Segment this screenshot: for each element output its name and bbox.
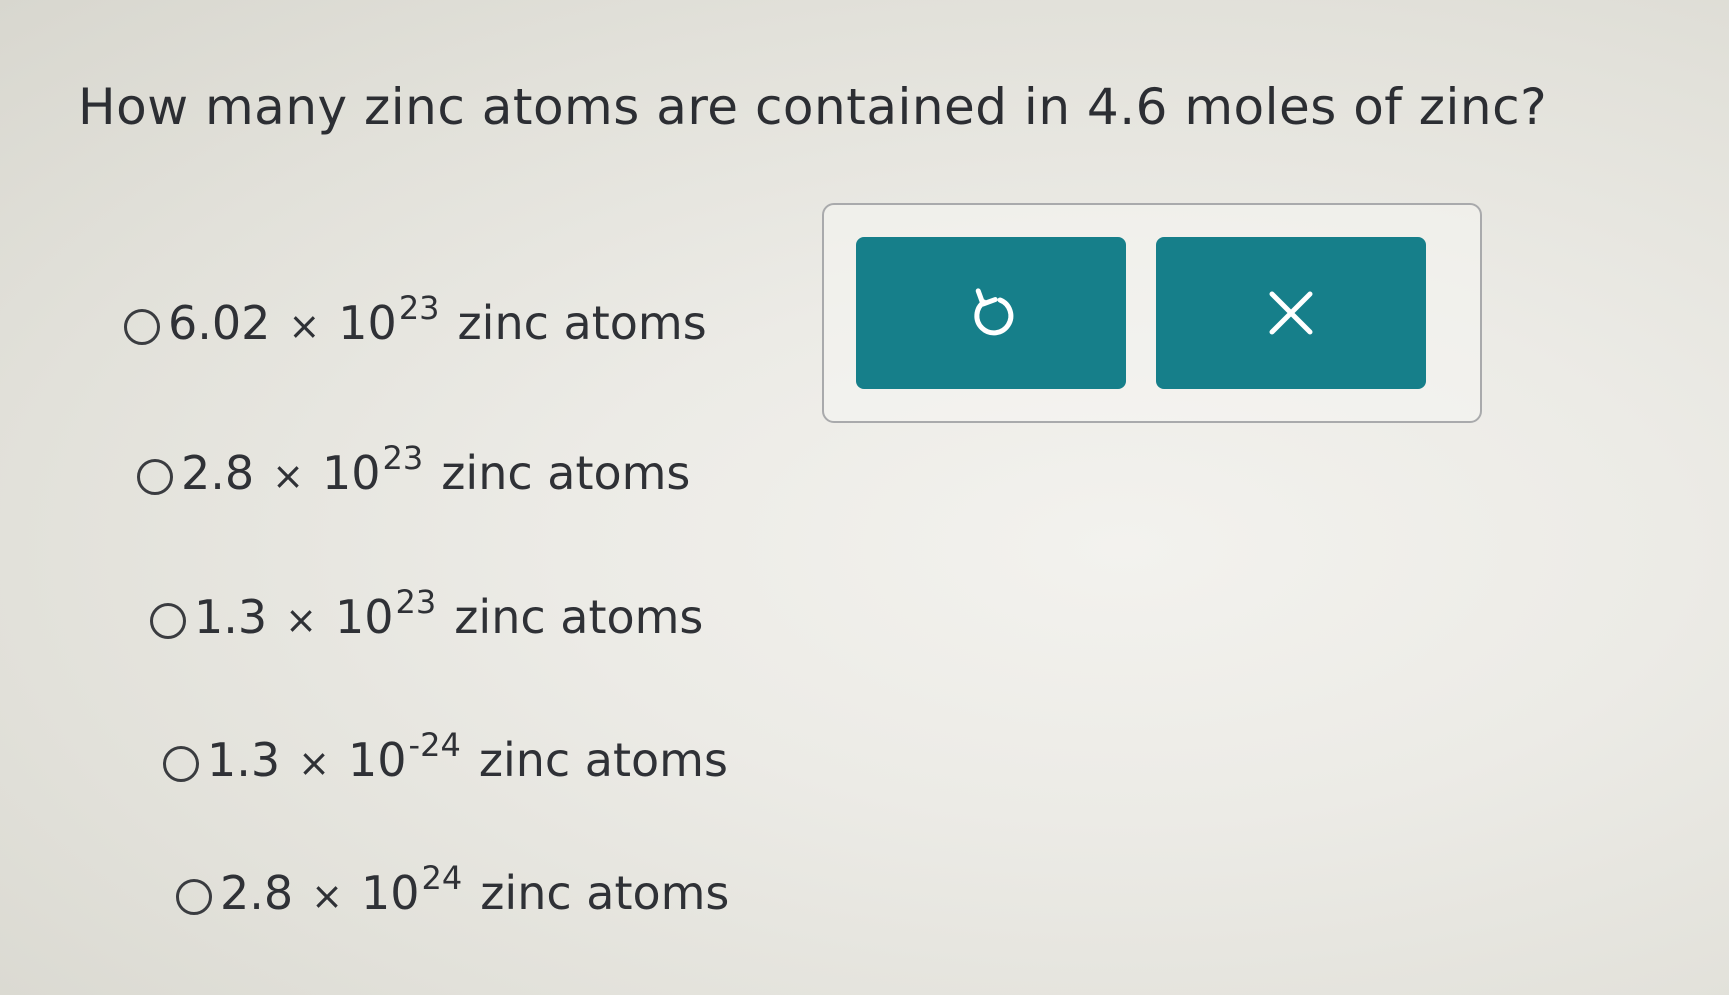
- option-coefficient: 2.8: [181, 446, 255, 500]
- answer-option-5[interactable]: 2.8 × 10 24 zinc atoms: [176, 859, 730, 920]
- option-unit: zinc atoms: [441, 446, 691, 500]
- x-icon: [1264, 286, 1318, 340]
- option-base: 10: [338, 296, 397, 350]
- option-unit: zinc atoms: [457, 296, 707, 350]
- answer-option-4[interactable]: 1.3 × 10 -24 zinc atoms: [163, 726, 728, 787]
- question-page: How many zinc atoms are contained in 4.6…: [0, 0, 1729, 995]
- option-exponent: -24: [408, 726, 461, 764]
- option-base: 10: [322, 446, 381, 500]
- radio-button[interactable]: [176, 879, 212, 915]
- radio-button[interactable]: [137, 459, 173, 495]
- radio-button[interactable]: [163, 746, 199, 782]
- undo-button[interactable]: [856, 237, 1126, 389]
- option-base: 10: [348, 733, 407, 787]
- option-coefficient: 2.8: [220, 866, 294, 920]
- undo-icon: [964, 286, 1018, 340]
- answer-toolbox: [822, 203, 1482, 423]
- option-coefficient: 1.3: [194, 590, 268, 644]
- option-base: 10: [335, 590, 394, 644]
- answer-option-2[interactable]: 2.8 × 10 23 zinc atoms: [137, 439, 691, 500]
- radio-button[interactable]: [124, 309, 160, 345]
- times-symbol: ×: [311, 874, 343, 918]
- radio-button[interactable]: [150, 603, 186, 639]
- option-base: 10: [361, 866, 420, 920]
- times-symbol: ×: [285, 598, 317, 642]
- answer-option-3[interactable]: 1.3 × 10 23 zinc atoms: [150, 583, 704, 644]
- option-unit: zinc atoms: [480, 866, 730, 920]
- question-text: How many zinc atoms are contained in 4.6…: [78, 78, 1548, 136]
- option-coefficient: 6.02: [168, 296, 271, 350]
- option-unit: zinc atoms: [478, 733, 728, 787]
- option-exponent: 23: [382, 439, 424, 477]
- clear-button[interactable]: [1156, 237, 1426, 389]
- times-symbol: ×: [298, 741, 330, 785]
- option-unit: zinc atoms: [454, 590, 704, 644]
- times-symbol: ×: [272, 454, 304, 498]
- option-exponent: 23: [398, 289, 440, 327]
- option-exponent: 24: [421, 859, 463, 897]
- option-exponent: 23: [395, 583, 437, 621]
- times-symbol: ×: [288, 304, 321, 348]
- answer-option-1[interactable]: 6.02 × 10 23 zinc atoms: [124, 289, 707, 350]
- option-coefficient: 1.3: [207, 733, 281, 787]
